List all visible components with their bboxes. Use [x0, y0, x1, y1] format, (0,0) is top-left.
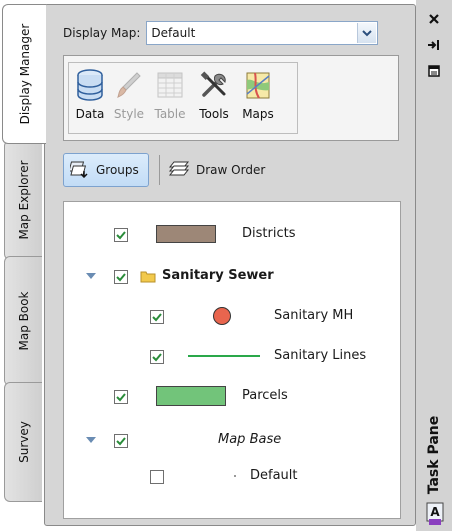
- line-symbol: [188, 355, 260, 357]
- expand-arrow-icon[interactable]: [86, 273, 96, 279]
- layer-checkbox[interactable]: [114, 270, 128, 284]
- group-name: Sanitary Sewer: [162, 268, 274, 283]
- data-button[interactable]: Data: [71, 63, 109, 133]
- layer-list: Districts Sanitary Sewer Sanitary MH San…: [63, 201, 401, 519]
- tab-label: Display Manager: [17, 23, 32, 125]
- layer-checkbox[interactable]: [114, 390, 128, 404]
- layer-row-districts[interactable]: Districts: [64, 222, 400, 246]
- layer-checkbox[interactable]: [114, 434, 128, 448]
- folder-icon: [140, 269, 156, 286]
- view-toggle-row: Groups Draw Order: [63, 153, 265, 187]
- maps-label: Maps: [242, 107, 274, 121]
- groups-icon: [68, 160, 90, 181]
- style-button[interactable]: Style: [109, 63, 149, 133]
- tools-icon: [198, 69, 230, 101]
- table-icon: [154, 69, 186, 101]
- layer-row-sanitary-lines[interactable]: Sanitary Lines: [64, 344, 400, 368]
- tab-label: Map Book: [16, 291, 31, 351]
- draw-order-button[interactable]: Draw Order: [168, 153, 265, 187]
- tab-label: Map Explorer: [16, 160, 31, 240]
- display-map-value: Default: [151, 26, 196, 40]
- default-symbol: [234, 475, 236, 477]
- layer-row-parcels[interactable]: Parcels: [64, 384, 400, 408]
- display-map-select[interactable]: Default: [146, 21, 379, 45]
- layer-name: Default: [250, 468, 298, 483]
- tools-button[interactable]: Tools: [191, 63, 237, 133]
- tools-ribbon: Data Style Table Tools Maps: [63, 55, 399, 141]
- layer-name: Parcels: [242, 388, 288, 403]
- map-app-icon[interactable]: A: [426, 502, 444, 529]
- groups-label: Groups: [96, 163, 139, 177]
- chevron-down-icon[interactable]: [357, 23, 377, 43]
- tab-display-manager[interactable]: Display Manager: [2, 4, 46, 144]
- maps-button[interactable]: Maps: [237, 63, 279, 133]
- display-map-row: Display Map: Default: [63, 21, 379, 45]
- draw-order-label: Draw Order: [196, 163, 266, 177]
- manhole-symbol: [212, 306, 232, 329]
- data-label: Data: [75, 107, 105, 121]
- tab-map-explorer[interactable]: Map Explorer: [4, 140, 42, 260]
- task-pane-title: Task Pane: [426, 415, 442, 495]
- database-icon: [74, 69, 106, 101]
- layer-checkbox[interactable]: [150, 310, 164, 324]
- display-map-label: Display Map:: [63, 26, 141, 40]
- layer-checkbox[interactable]: [150, 350, 164, 364]
- layer-name: Districts: [242, 226, 296, 241]
- layer-group-map-base[interactable]: Map Base: [64, 428, 400, 452]
- parcels-symbol: [156, 386, 226, 406]
- draw-order-icon: [168, 160, 190, 181]
- table-label: Table: [154, 107, 186, 121]
- svg-text:A: A: [430, 505, 440, 519]
- layer-group-sanitary-sewer[interactable]: Sanitary Sewer: [64, 264, 400, 288]
- task-pane-title-bar: Task Pane A: [416, 0, 452, 531]
- districts-symbol: [156, 225, 216, 243]
- table-button[interactable]: Table: [149, 63, 191, 133]
- side-tab-bar: Display Manager Map Explorer Map Book Su…: [0, 0, 50, 531]
- tools-label: Tools: [199, 107, 229, 121]
- layer-checkbox[interactable]: [114, 228, 128, 242]
- style-label: Style: [113, 107, 145, 121]
- layer-row-sanitary-mh[interactable]: Sanitary MH: [64, 304, 400, 328]
- display-manager-panel: Display Map: Default Data Style Table To…: [44, 4, 416, 526]
- properties-icon[interactable]: [426, 64, 442, 78]
- tab-survey[interactable]: Survey: [4, 382, 42, 502]
- close-icon[interactable]: [426, 12, 442, 26]
- pin-icon[interactable]: [426, 38, 442, 52]
- toolbar-divider: [159, 155, 160, 185]
- maps-icon: [242, 69, 274, 101]
- brush-icon: [113, 69, 145, 101]
- tab-map-book[interactable]: Map Book: [4, 256, 42, 386]
- tools-group: Data Style Table Tools Maps: [68, 62, 298, 134]
- layer-checkbox[interactable]: [150, 470, 164, 484]
- tab-label: Survey: [16, 421, 31, 463]
- group-name: Map Base: [218, 432, 282, 447]
- expand-arrow-icon[interactable]: [86, 437, 96, 443]
- layer-name: Sanitary Lines: [274, 348, 367, 363]
- layer-row-default[interactable]: Default: [64, 464, 400, 488]
- groups-button[interactable]: Groups: [63, 153, 149, 187]
- layer-name: Sanitary MH: [274, 308, 354, 323]
